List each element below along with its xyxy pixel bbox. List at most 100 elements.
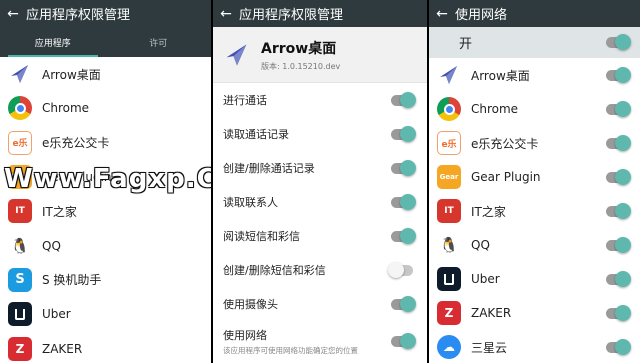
app-name: Arrow桌面 [42,67,101,82]
permission-row-contacts[interactable]: 读取联系人 [213,185,427,219]
master-switch-label: 开 [459,37,473,52]
permission-row-calls[interactable]: 进行通话 [213,83,427,117]
permission-toggle[interactable] [391,295,416,312]
qq-penguin-icon: 🐧 [439,236,459,254]
app-network-toggle[interactable] [606,270,631,287]
arrow-launcher-icon [8,62,32,86]
app-row-smart-switch[interactable]: S S 换机助手 [0,262,211,298]
permission-row-edit-sms[interactable]: 创建/删除短信和彩信 [213,253,427,287]
page-title: 应用程序权限管理 [26,8,131,23]
app-network-toggle[interactable] [606,236,631,253]
master-toggle[interactable] [606,34,631,50]
permission-label: 创建/删除通话记录 [223,162,315,175]
permission-toggle[interactable] [391,125,416,142]
gear-plugin-icon: Gear [437,165,461,189]
app-name: Uber [42,307,71,322]
app-name: IT之家 [471,204,506,219]
tab-bar: 应用程序 许可 [0,27,211,57]
zaker-icon: Z [8,336,32,361]
app-row-ithome[interactable]: IT IT之家 [429,194,640,228]
app-name: Gear Plugin [42,170,112,185]
header-bar: ← 应用程序权限管理 [0,0,211,27]
app-name: Chrome [42,101,90,116]
permission-label: 使用摄像头 [223,298,278,311]
app-row-uber[interactable]: Uber [0,297,211,332]
app-name: Chrome [471,102,519,116]
app-row-uber[interactable]: Uber [429,262,640,296]
app-row-gear[interactable]: Gear Gear Plugin [0,159,211,195]
app-row-chrome[interactable]: Chrome [0,91,211,126]
arrow-launcher-icon [437,63,461,87]
permission-toggle[interactable] [391,227,416,244]
app-name: Arrow桌面 [471,68,530,83]
header-bar: ← 应用程序权限管理 [213,0,427,27]
permission-toggle[interactable] [391,332,416,349]
header-bar: ← 使用网络 [429,0,640,27]
app-row-ithome[interactable]: IT IT之家 [0,194,211,229]
permission-row-camera[interactable]: 使用摄像头 [213,287,427,321]
app-name: QQ [42,238,61,253]
permission-label: 进行通话 [223,94,267,107]
app-row-qq[interactable]: 🐧 QQ [0,228,211,263]
app-network-toggle[interactable] [606,100,631,117]
app-name: Gear Plugin [471,170,541,184]
app-permissions-panel: ← 应用程序权限管理 应用程序 许可 Arrow桌面 Chrome e乐 e乐充… [0,0,211,363]
permission-label: 读取联系人 [223,196,278,209]
app-row-zaker[interactable]: Z ZAKER [0,331,211,363]
permission-label: 读取通话记录 [223,128,289,141]
master-switch-row[interactable]: 开 [429,27,640,58]
ithome-icon: IT [8,199,32,224]
permission-label: 使用网络 [223,328,267,342]
app-network-toggle[interactable] [606,66,631,83]
app-name: e乐充公交卡 [471,136,539,151]
permission-row-edit-call-log[interactable]: 创建/删除通话记录 [213,151,427,185]
chrome-icon [8,96,32,121]
app-row-arrow[interactable]: Arrow桌面 [0,57,211,92]
tab-applications[interactable]: 应用程序 [0,27,106,57]
back-arrow-icon[interactable]: ← [429,0,455,27]
gear-plugin-icon: Gear [8,165,32,190]
app-row-qq[interactable]: 🐧 QQ [429,228,640,262]
uber-icon [437,267,461,291]
app-name: QQ [471,238,490,252]
app-row-ele[interactable]: e乐 e乐充公交卡 [0,125,211,160]
permission-row-network[interactable]: 使用网络 该应用程序可使用网络功能确定您的位置 [213,321,427,361]
app-name: IT之家 [42,204,77,219]
tab-permissions[interactable]: 许可 [106,27,212,57]
page-title: 应用程序权限管理 [239,8,344,23]
app-row-samsung-cloud[interactable]: ☁ 三星云 [429,330,640,363]
permission-toggle[interactable] [391,91,416,108]
chrome-icon [437,97,461,121]
ele-bus-card-icon: e乐 [437,131,461,155]
app-name: S 换机助手 [42,273,102,288]
permission-toggle[interactable] [391,193,416,210]
app-network-toggle[interactable] [606,202,631,219]
app-row-ele[interactable]: e乐 e乐充公交卡 [429,126,640,160]
app-version: 版本: 1.0.15210.dev [261,61,341,71]
app-name: Uber [471,272,500,286]
permission-label: 阅读短信和彩信 [223,230,300,243]
permission-row-read-call-log[interactable]: 读取通话记录 [213,117,427,151]
network-permission-panel: ← 使用网络 开 Arrow桌面 Chrome e乐 e乐充公交卡 Gear G… [429,0,640,363]
app-name: e乐充公交卡 [42,136,110,151]
arrow-launcher-icon [223,41,251,69]
smart-switch-icon: S [8,267,32,292]
app-row-gear[interactable]: Gear Gear Plugin [429,160,640,194]
app-detail-panel: ← 应用程序权限管理 Arrow桌面 版本: 1.0.15210.dev 进行通… [213,0,427,363]
permission-toggle[interactable] [391,159,416,176]
app-network-toggle[interactable] [606,338,631,355]
app-name: ZAKER [471,306,512,320]
back-arrow-icon[interactable]: ← [0,0,26,27]
app-row-zaker[interactable]: Z ZAKER [429,296,640,330]
app-row-chrome[interactable]: Chrome [429,92,640,126]
permission-row-read-sms[interactable]: 阅读短信和彩信 [213,219,427,253]
app-network-toggle[interactable] [606,168,631,185]
app-name: 三星云 [471,340,508,355]
app-network-toggle[interactable] [606,134,631,151]
qq-penguin-icon: 🐧 [10,236,30,255]
cloud-icon: ☁ [437,335,461,359]
app-row-arrow[interactable]: Arrow桌面 [429,58,640,92]
back-arrow-icon[interactable]: ← [213,0,239,27]
app-network-toggle[interactable] [606,304,631,321]
permission-toggle[interactable] [388,261,413,278]
